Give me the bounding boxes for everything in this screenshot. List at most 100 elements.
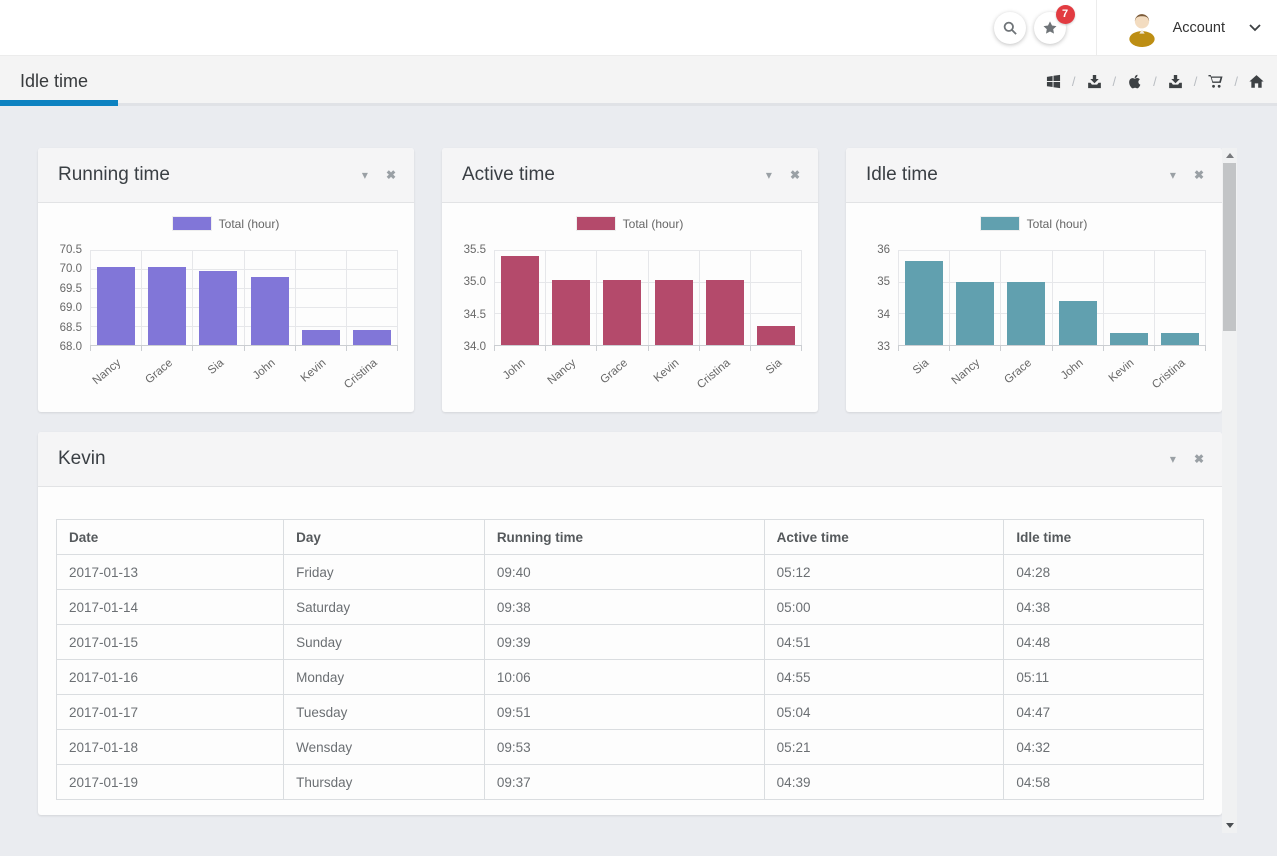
y-axis: 70.570.069.569.068.568.0 bbox=[54, 250, 90, 347]
bar-cell bbox=[949, 250, 1000, 345]
table-cell: Sunday bbox=[284, 625, 485, 660]
x-label-cell: Grace bbox=[597, 351, 648, 399]
x-tick-label: Grace bbox=[598, 357, 630, 386]
download-icon[interactable] bbox=[1087, 74, 1102, 89]
cart-icon[interactable] bbox=[1208, 74, 1223, 89]
y-tick-label: 70.0 bbox=[60, 263, 82, 275]
panel-idle-time: Idle time▾✖Total (hour)36353433SiaNancyG… bbox=[846, 148, 1222, 412]
nav-separator: / bbox=[1194, 74, 1198, 89]
scroll-down-arrow[interactable] bbox=[1222, 818, 1237, 833]
table-cell: Tuesday bbox=[284, 695, 485, 730]
search-icon bbox=[1002, 20, 1018, 36]
topbar-actions: 7 bbox=[994, 12, 1066, 44]
account-label: Account bbox=[1173, 20, 1225, 36]
collapse-icon[interactable]: ▾ bbox=[1170, 169, 1176, 181]
bar-cell bbox=[1103, 250, 1154, 345]
page-title: Idle time bbox=[20, 71, 88, 92]
y-axis: 35.535.034.534.0 bbox=[458, 250, 494, 347]
x-tick-label: Kevin bbox=[1107, 357, 1137, 385]
table-cell: Thursday bbox=[284, 765, 485, 800]
bar-grace bbox=[148, 267, 186, 345]
panel-header: Active time▾✖ bbox=[442, 148, 818, 203]
bar-nancy bbox=[97, 267, 135, 345]
table-cell: 2017-01-13 bbox=[57, 555, 284, 590]
bar-chart: 35.535.034.534.0JohnNancyGrace Kevin Crist… bbox=[458, 250, 802, 399]
table-cell: 2017-01-19 bbox=[57, 765, 284, 800]
table-cell: 04:51 bbox=[764, 625, 1004, 660]
collapse-icon[interactable]: ▾ bbox=[766, 169, 772, 181]
bar-cell bbox=[141, 250, 192, 345]
close-icon[interactable]: ✖ bbox=[1194, 453, 1204, 465]
windows-icon[interactable] bbox=[1046, 74, 1061, 89]
scrollbar-thumb[interactable] bbox=[1223, 163, 1236, 331]
x-label-cell: John bbox=[494, 351, 545, 399]
table-cell: 09:37 bbox=[484, 765, 764, 800]
close-icon[interactable]: ✖ bbox=[790, 169, 800, 181]
column-header-active-time: Active time bbox=[764, 520, 1004, 555]
y-tick-label: 35 bbox=[877, 276, 890, 288]
bar-cristina bbox=[1161, 333, 1199, 345]
nav-separator: / bbox=[1234, 74, 1238, 89]
x-label-cell: Grace bbox=[1001, 351, 1052, 399]
x-axis-labels: NancyGraceSiaJohnKevinCristina bbox=[90, 351, 398, 399]
x-tick-label: Cristina bbox=[1150, 357, 1188, 391]
search-button[interactable] bbox=[994, 12, 1026, 44]
panel-tools: ▾✖ bbox=[362, 169, 396, 181]
panel-active-time: Active time▾✖Total (hour)35.535.034.534.… bbox=[442, 148, 818, 412]
plot-area: SiaNancyGraceJohnKevinCristina bbox=[898, 250, 1206, 399]
download-icon[interactable] bbox=[1168, 74, 1183, 89]
table-cell: Saturday bbox=[284, 590, 485, 625]
legend-label: Total (hour) bbox=[623, 217, 684, 231]
panel-running-time: Running time▾✖Total (hour)70.570.069.569… bbox=[38, 148, 414, 412]
x-tick-label: Kevin bbox=[652, 357, 682, 385]
table-row: 2017-01-15Sunday09:3904:5104:48 bbox=[57, 625, 1204, 660]
apple-icon[interactable] bbox=[1127, 74, 1142, 89]
table-cell: Friday bbox=[284, 555, 485, 590]
chart-body: Total (hour)70.570.069.569.068.568.0Nanc… bbox=[38, 216, 414, 399]
collapse-icon[interactable]: ▾ bbox=[362, 169, 368, 181]
plot-area: JohnNancyGraceKevinCristinaSia bbox=[494, 250, 802, 399]
table-cell: Wensday bbox=[284, 730, 485, 765]
bar-cell bbox=[192, 250, 243, 345]
bar-kevin bbox=[655, 280, 693, 345]
data-table: DateDayRunning timeActive timeIdle time2… bbox=[56, 519, 1204, 800]
x-tick-label: John bbox=[1059, 357, 1086, 382]
y-axis: 36353433 bbox=[862, 250, 898, 347]
chart-body: Total (hour)36353433SiaNancyGraceJohnKev… bbox=[846, 216, 1222, 399]
x-label-cell: Nancy bbox=[545, 351, 596, 399]
bar-cell bbox=[346, 250, 398, 345]
table-cell: 2017-01-18 bbox=[57, 730, 284, 765]
star-icon bbox=[1042, 20, 1058, 36]
table-cell: 2017-01-15 bbox=[57, 625, 284, 660]
x-label-cell: Nancy bbox=[90, 351, 141, 399]
x-tick-label: John bbox=[251, 357, 278, 382]
close-icon[interactable]: ✖ bbox=[1194, 169, 1204, 181]
bar-kevin bbox=[302, 330, 340, 345]
panel-title: Active time bbox=[462, 164, 555, 186]
x-tick-label: Cristina bbox=[695, 357, 733, 391]
home-icon[interactable] bbox=[1249, 74, 1264, 89]
collapse-icon[interactable]: ▾ bbox=[1170, 453, 1176, 465]
x-axis-labels: SiaNancyGraceJohnKevinCristina bbox=[898, 351, 1206, 399]
x-label-cell: John bbox=[1052, 351, 1103, 399]
table-cell: 05:12 bbox=[764, 555, 1004, 590]
panel-tools: ▾✖ bbox=[766, 169, 800, 181]
column-header-running-time: Running time bbox=[484, 520, 764, 555]
plot-area: NancyGraceSiaJohnKevinCristina bbox=[90, 250, 398, 399]
panel-title: Running time bbox=[58, 164, 170, 186]
y-tick-label: 68.0 bbox=[60, 341, 82, 353]
x-tick-label: Sia bbox=[206, 357, 226, 377]
y-tick-label: 69.5 bbox=[60, 283, 82, 295]
bar-grace bbox=[603, 280, 641, 345]
bar-cristina bbox=[353, 330, 391, 345]
scroll-up-arrow[interactable] bbox=[1222, 148, 1237, 163]
table-wrap: DateDayRunning timeActive timeIdle time2… bbox=[38, 487, 1222, 800]
table-cell: 09:38 bbox=[484, 590, 764, 625]
legend-label: Total (hour) bbox=[219, 217, 280, 231]
scrollbar[interactable] bbox=[1222, 148, 1237, 833]
account-menu[interactable]: Account bbox=[1097, 0, 1277, 56]
table-cell: Monday bbox=[284, 660, 485, 695]
close-icon[interactable]: ✖ bbox=[386, 169, 396, 181]
bar-cell bbox=[648, 250, 699, 345]
favorites-button[interactable]: 7 bbox=[1034, 12, 1066, 44]
